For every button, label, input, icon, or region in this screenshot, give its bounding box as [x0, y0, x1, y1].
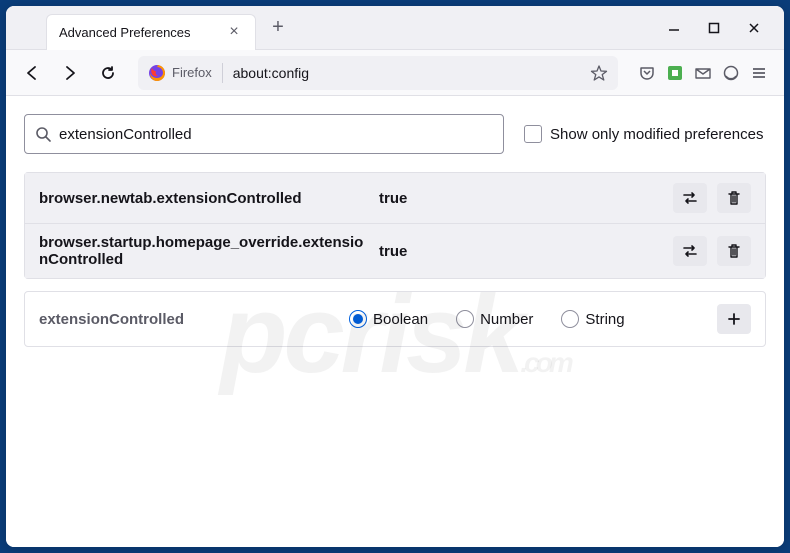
- tab-title: Advanced Preferences: [59, 25, 225, 40]
- pref-row: browser.newtab.extensionControlled true: [25, 173, 765, 223]
- shield-icon[interactable]: [722, 64, 740, 82]
- menu-icon[interactable]: [750, 64, 768, 82]
- pref-value: true: [379, 243, 663, 260]
- window-controls: [660, 14, 784, 42]
- add-button[interactable]: [717, 304, 751, 334]
- radio-label: String: [585, 311, 624, 328]
- nav-toolbar: Firefox about:config: [6, 50, 784, 96]
- identity-label: Firefox: [172, 65, 212, 80]
- back-button[interactable]: [16, 57, 48, 89]
- minimize-button[interactable]: [660, 14, 688, 42]
- browser-window: Advanced Preferences × + Firefox: [6, 6, 784, 547]
- show-modified-label: Show only modified preferences: [550, 126, 763, 143]
- add-pref-row: extensionControlled Boolean Number Strin…: [24, 291, 766, 347]
- titlebar: Advanced Preferences × +: [6, 6, 784, 50]
- urlbar-separator: [222, 63, 223, 83]
- maximize-button[interactable]: [700, 14, 728, 42]
- extension-icon[interactable]: [666, 64, 684, 82]
- radio-boolean[interactable]: Boolean: [349, 310, 428, 328]
- search-row: Show only modified preferences: [24, 114, 766, 154]
- radio-label: Number: [480, 311, 533, 328]
- toolbar-actions: [632, 64, 774, 82]
- type-radio-group: Boolean Number String: [349, 310, 707, 328]
- pref-row: browser.startup.homepage_override.extens…: [25, 223, 765, 278]
- prefs-list: browser.newtab.extensionControlled true …: [24, 172, 766, 279]
- content-area: Show only modified preferences browser.n…: [6, 96, 784, 547]
- new-tab-button[interactable]: +: [262, 12, 294, 44]
- search-icon: [35, 126, 51, 142]
- identity-box: Firefox: [148, 64, 218, 82]
- url-text: about:config: [233, 65, 590, 81]
- pref-value: true: [379, 190, 663, 207]
- radio-number[interactable]: Number: [456, 310, 533, 328]
- pref-name: browser.startup.homepage_override.extens…: [39, 234, 369, 268]
- delete-button[interactable]: [717, 183, 751, 213]
- radio-icon: [561, 310, 579, 328]
- radio-icon: [456, 310, 474, 328]
- delete-button[interactable]: [717, 236, 751, 266]
- active-tab[interactable]: Advanced Preferences ×: [46, 14, 256, 50]
- toggle-button[interactable]: [673, 183, 707, 213]
- toggle-button[interactable]: [673, 236, 707, 266]
- forward-button[interactable]: [54, 57, 86, 89]
- pocket-icon[interactable]: [638, 64, 656, 82]
- radio-label: Boolean: [373, 311, 428, 328]
- show-modified-checkbox[interactable]: Show only modified preferences: [524, 125, 763, 143]
- add-pref-name: extensionControlled: [39, 311, 339, 328]
- pref-search-box[interactable]: [24, 114, 504, 154]
- mail-icon[interactable]: [694, 64, 712, 82]
- url-bar[interactable]: Firefox about:config: [138, 56, 618, 90]
- reload-button[interactable]: [92, 57, 124, 89]
- pref-search-input[interactable]: [59, 126, 493, 143]
- close-window-button[interactable]: [740, 14, 768, 42]
- radio-icon: [349, 310, 367, 328]
- radio-string[interactable]: String: [561, 310, 624, 328]
- close-tab-icon[interactable]: ×: [225, 23, 243, 41]
- firefox-logo-icon: [148, 64, 166, 82]
- pref-name: browser.newtab.extensionControlled: [39, 190, 369, 207]
- checkbox-icon: [524, 125, 542, 143]
- bookmark-star-icon[interactable]: [590, 64, 608, 82]
